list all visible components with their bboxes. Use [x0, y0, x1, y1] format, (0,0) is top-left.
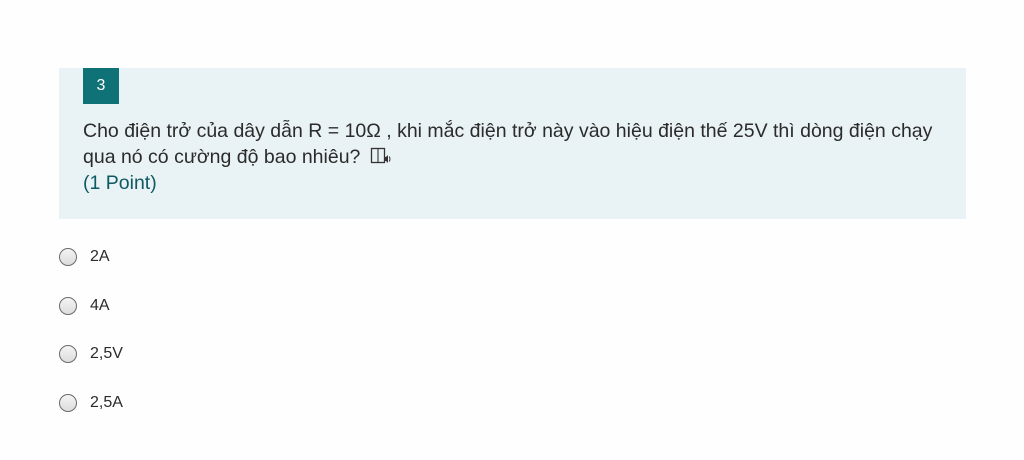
question-title: Cho điện trở của dây dẫn R = 10Ω , khi m…: [83, 120, 933, 168]
answer-options: 2A 4A 2,5V 2,5A: [59, 245, 459, 439]
form-page: 3 Cho điện trở của dây dẫn R = 10Ω , khi…: [0, 0, 1024, 460]
radio-button[interactable]: [59, 393, 77, 412]
radio-button[interactable]: [59, 345, 77, 363]
immersive-reader-icon[interactable]: [370, 146, 392, 166]
option-4a[interactable]: 4A: [59, 294, 459, 318]
radio-button[interactable]: [59, 248, 77, 266]
question-card: 3 Cho điện trở của dây dẫn R = 10Ω , khi…: [59, 68, 966, 219]
option-2-5a[interactable]: 2,5A: [59, 391, 459, 415]
option-label: 2A: [90, 248, 110, 265]
option-label: 2,5V: [90, 345, 123, 362]
question-number-badge: 3: [83, 68, 119, 104]
option-label: 2,5A: [90, 393, 123, 411]
question-body: Cho điện trở của dây dẫn R = 10Ω , khi m…: [83, 118, 953, 196]
option-2a[interactable]: 2A: [59, 245, 459, 269]
radio-button[interactable]: [59, 296, 77, 315]
option-label: 4A: [90, 296, 110, 314]
question-points: (1 Point): [83, 172, 157, 194]
option-2-5v[interactable]: 2,5V: [59, 342, 459, 366]
